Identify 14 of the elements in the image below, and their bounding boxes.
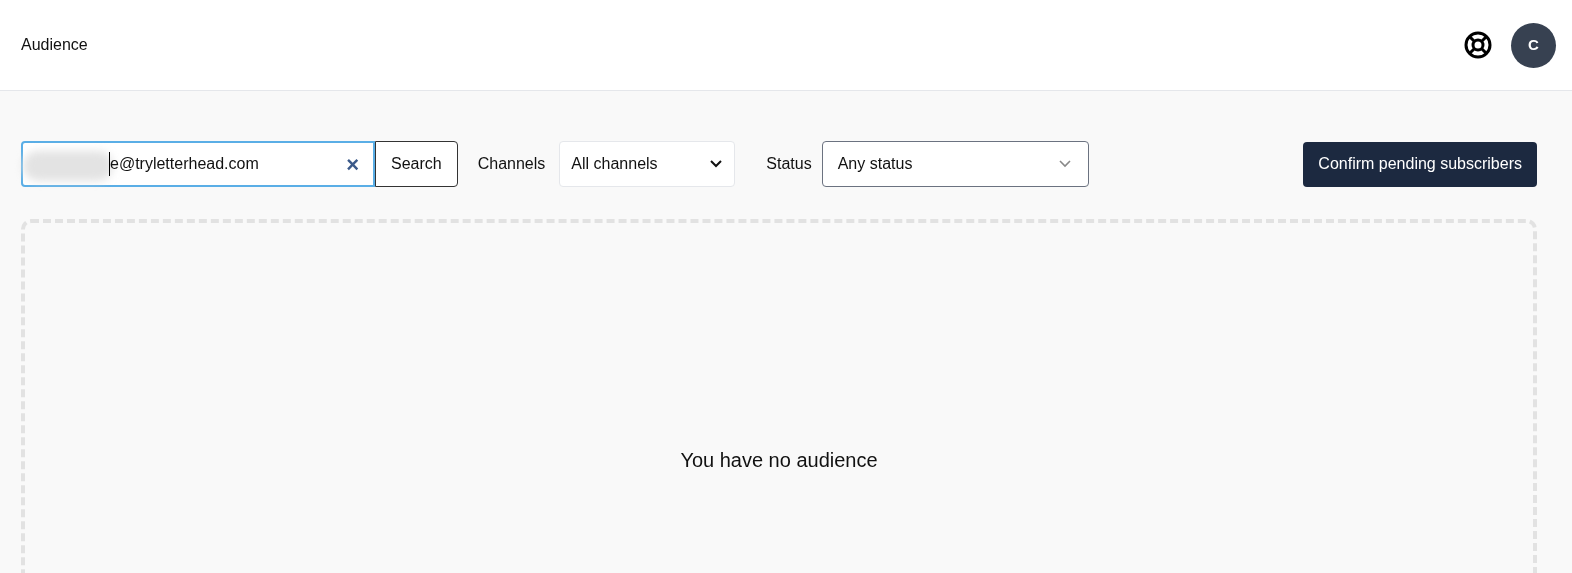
- help-icon[interactable]: [1463, 30, 1493, 60]
- search-button[interactable]: Search: [375, 141, 458, 187]
- chevron-down-icon: [1057, 159, 1072, 169]
- confirm-pending-button[interactable]: Confirm pending subscribers: [1303, 141, 1537, 187]
- user-avatar[interactable]: C: [1511, 22, 1556, 68]
- status-dropdown[interactable]: Any status: [821, 141, 1089, 187]
- search-field[interactable]: e@tryletterhead.com ×: [21, 141, 375, 187]
- channels-label: Channels: [477, 154, 546, 174]
- status-label: Status: [766, 154, 812, 174]
- page-title: Audience: [21, 35, 88, 55]
- clear-button[interactable]: ×: [346, 147, 359, 181]
- channels-dropdown[interactable]: All channels: [559, 141, 736, 187]
- chevron-down-icon: [709, 159, 724, 169]
- empty-message: You have no audience: [680, 448, 878, 473]
